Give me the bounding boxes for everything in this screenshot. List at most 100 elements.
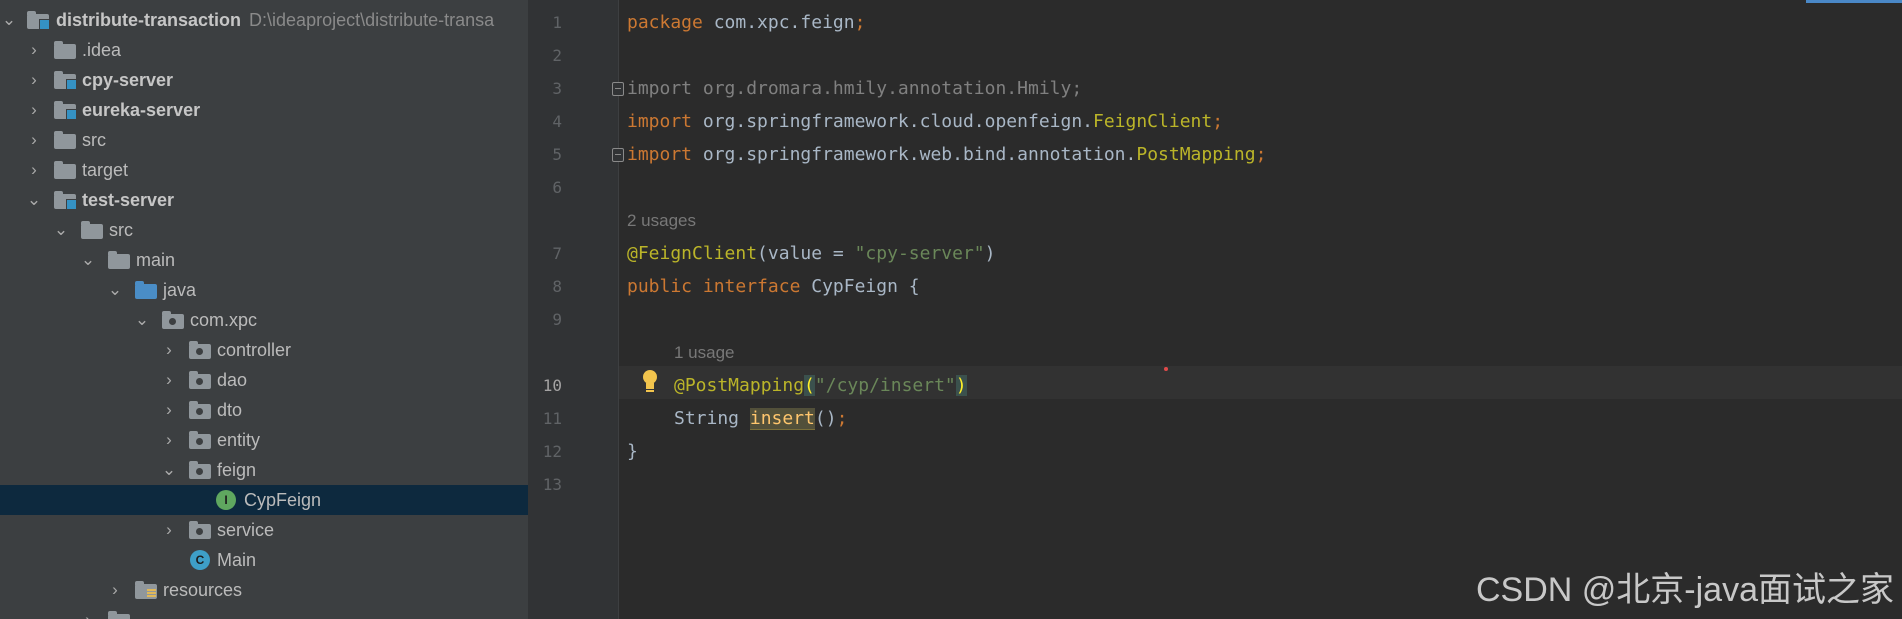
line-number: 5 bbox=[552, 145, 562, 164]
tree-item-label: dto bbox=[217, 400, 243, 420]
line-number: 8 bbox=[552, 277, 562, 296]
tree-item-resources[interactable]: › resources bbox=[0, 575, 528, 605]
tree-item-src[interactable]: ⌄ src bbox=[0, 215, 528, 245]
code-line-1[interactable]: package com.xpc.feign; bbox=[627, 6, 865, 39]
tree-item-label: com.xpc bbox=[190, 310, 258, 330]
tree-item-main-class[interactable]: C Main bbox=[0, 545, 528, 575]
tree-item-feign[interactable]: ⌄ feign bbox=[0, 455, 528, 485]
fold-marker-icon[interactable] bbox=[612, 82, 624, 96]
code-line-3[interactable]: import org.dromara.hmily.annotation.Hmil… bbox=[627, 72, 1082, 105]
semicolon: ; bbox=[1212, 111, 1224, 132]
keyword: package bbox=[627, 12, 703, 33]
tree-item-entity[interactable]: › entity bbox=[0, 425, 528, 455]
tree-item-eureka-server[interactable]: › eureka-server bbox=[0, 95, 528, 125]
string-literal: "/cyp/insert" bbox=[814, 375, 956, 396]
tree-item-label: target bbox=[82, 160, 129, 180]
tree-item-label: Main bbox=[217, 550, 257, 570]
chevron-right-icon[interactable]: › bbox=[25, 155, 43, 185]
interface-icon: I bbox=[216, 490, 236, 510]
line-number: 6 bbox=[552, 178, 562, 197]
chevron-right-icon[interactable]: › bbox=[106, 575, 124, 605]
code-text: org.dromara.hmily.annotation.Hmily; bbox=[692, 78, 1083, 99]
tree-item-label: controller bbox=[217, 340, 292, 360]
method-name: insert bbox=[749, 408, 815, 430]
code-line-12[interactable]: } bbox=[627, 435, 638, 468]
folder-icon bbox=[81, 221, 103, 239]
line-number-current: 10 bbox=[542, 376, 562, 395]
tree-item-idea[interactable]: › .idea bbox=[0, 35, 528, 65]
chevron-right-icon[interactable]: › bbox=[160, 515, 178, 545]
error-marker bbox=[1164, 367, 1168, 371]
code-editor[interactable]: 1 2 3 4 5 6 7 8 9 10 11 12 13 package co… bbox=[528, 0, 1902, 619]
code-line-11[interactable]: String insert(); bbox=[674, 402, 847, 435]
chevron-right-icon[interactable]: › bbox=[160, 365, 178, 395]
line-number: 11 bbox=[542, 409, 562, 428]
line-number: 9 bbox=[552, 310, 562, 329]
chevron-right-icon[interactable]: › bbox=[25, 95, 43, 125]
tree-item-com-xpc[interactable]: ⌄ com.xpc bbox=[0, 305, 528, 335]
keyword: import bbox=[627, 78, 693, 99]
class-icon: C bbox=[190, 550, 210, 570]
annotation: @FeignClient bbox=[627, 243, 758, 264]
keyword: interface bbox=[692, 276, 801, 297]
tree-item-label: .idea bbox=[82, 40, 122, 60]
tree-item-src[interactable]: › src bbox=[0, 125, 528, 155]
package-icon bbox=[189, 461, 211, 479]
code-text: String bbox=[674, 408, 750, 429]
semicolon: ; bbox=[1255, 144, 1267, 165]
chevron-right-icon[interactable]: › bbox=[160, 395, 178, 425]
code-line-4[interactable]: import org.springframework.cloud.openfei… bbox=[627, 105, 1223, 138]
chevron-right-icon[interactable]: › bbox=[160, 425, 178, 455]
chevron-right-icon[interactable]: › bbox=[160, 335, 178, 365]
tree-item-label: dao bbox=[217, 370, 248, 390]
tree-item-target[interactable]: › target bbox=[0, 155, 528, 185]
tree-item-dto[interactable]: › dto bbox=[0, 395, 528, 425]
code-text: () bbox=[814, 408, 837, 429]
method-usages-hint[interactable]: 1 usage bbox=[674, 336, 735, 369]
tree-item-main[interactable]: ⌄ main bbox=[0, 245, 528, 275]
chevron-down-icon[interactable]: ⌄ bbox=[52, 215, 70, 245]
keyword: import bbox=[627, 144, 693, 165]
tree-item-cypfeign[interactable]: I CypFeign bbox=[0, 485, 528, 515]
semicolon: ; bbox=[854, 12, 866, 33]
chevron-down-icon[interactable]: ⌄ bbox=[160, 455, 178, 485]
tree-item-dao[interactable]: › dao bbox=[0, 365, 528, 395]
tree-item-java[interactable]: ⌄ java bbox=[0, 275, 528, 305]
chevron-right-icon[interactable]: › bbox=[25, 35, 43, 65]
tree-item-controller[interactable]: › controller bbox=[0, 335, 528, 365]
semicolon: ; bbox=[836, 408, 848, 429]
lightbulb-icon[interactable] bbox=[640, 368, 662, 394]
fold-marker-icon[interactable] bbox=[612, 148, 624, 162]
code-text: CypFeign { bbox=[800, 276, 920, 297]
keyword: public bbox=[627, 276, 693, 297]
tree-item-label: feign bbox=[217, 460, 257, 480]
tree-item-distribute-transaction[interactable]: ⌄ distribute-transaction D:\ideaproject\d… bbox=[0, 5, 528, 35]
class-usages-hint[interactable]: 2 usages bbox=[627, 204, 696, 237]
resources-folder-icon bbox=[135, 581, 157, 599]
tree-item-label: src bbox=[82, 130, 106, 150]
chevron-down-icon[interactable]: ⌄ bbox=[25, 185, 43, 215]
tree-item-test-server[interactable]: ⌄ test-server bbox=[0, 185, 528, 215]
tree-item-label: CypFeign bbox=[244, 490, 322, 510]
line-number: 12 bbox=[542, 442, 562, 461]
chevron-right-icon[interactable]: › bbox=[79, 605, 97, 619]
code-line-8[interactable]: public interface CypFeign { bbox=[627, 270, 920, 303]
chevron-right-icon[interactable]: › bbox=[25, 125, 43, 155]
line-number: 1 bbox=[552, 13, 562, 32]
tree-item-cpy-server[interactable]: › cpy-server bbox=[0, 65, 528, 95]
code-line-10[interactable]: @PostMapping("/cyp/insert") bbox=[674, 369, 967, 402]
code-line-7[interactable]: @FeignClient(value = "cpy-server") bbox=[627, 237, 995, 270]
code-line-5[interactable]: import org.springframework.web.bind.anno… bbox=[627, 138, 1266, 171]
module-folder-icon bbox=[54, 101, 77, 120]
chevron-down-icon[interactable]: ⌄ bbox=[106, 275, 124, 305]
chevron-down-icon[interactable]: ⌄ bbox=[0, 5, 18, 35]
chevron-down-icon[interactable]: ⌄ bbox=[133, 305, 151, 335]
matched-paren: ( bbox=[804, 375, 815, 396]
tree-item-label: eureka-server bbox=[82, 100, 201, 120]
package-icon bbox=[189, 341, 211, 359]
tree-item-service[interactable]: › service bbox=[0, 515, 528, 545]
chevron-right-icon[interactable]: › bbox=[25, 65, 43, 95]
chevron-down-icon[interactable]: ⌄ bbox=[79, 245, 97, 275]
watermark: CSDN @北京-java面试之家 bbox=[1476, 571, 1894, 609]
project-tree-panel: ⌄ distribute-transaction D:\ideaproject\d… bbox=[0, 0, 528, 619]
